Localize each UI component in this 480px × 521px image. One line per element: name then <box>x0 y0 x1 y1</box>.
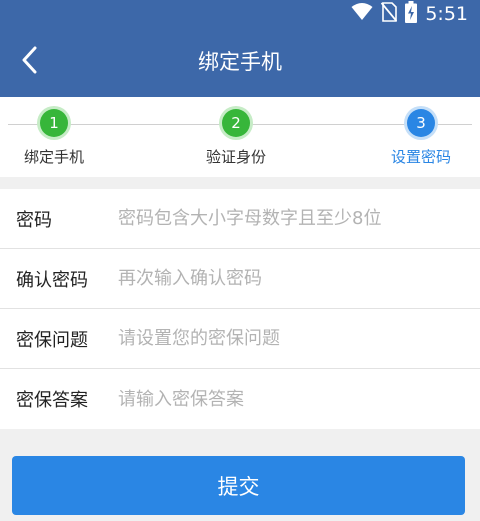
security-answer-label: 密保答案 <box>16 390 88 411</box>
status-bar: 5:51 <box>0 0 480 28</box>
toolbar: 绑定手机 <box>0 28 480 97</box>
step-set-password: 3 设置密码 <box>361 109 480 167</box>
step-number-badge: 1 <box>40 109 68 137</box>
battery-charging-icon <box>405 1 418 27</box>
step-label: 绑定手机 <box>23 148 84 166</box>
password-form: 密码 确认密码 密保问题 密保答案 <box>0 189 480 429</box>
security-question-row: 密保问题 <box>0 309 480 369</box>
no-sim-icon <box>381 2 398 26</box>
step-number-badge: 3 <box>407 109 435 137</box>
step-number-badge: 2 <box>222 109 250 137</box>
back-button[interactable] <box>12 44 48 80</box>
confirm-password-label: 确认密码 <box>16 269 88 291</box>
password-input[interactable] <box>104 189 480 248</box>
chevron-left-icon <box>21 46 39 78</box>
confirm-password-input[interactable] <box>104 249 480 308</box>
step-label: 设置密码 <box>390 148 451 166</box>
security-answer-row: 密保答案 <box>0 369 480 429</box>
progress-steps: 1 绑定手机 2 验证身份 3 设置密码 <box>0 97 480 177</box>
confirm-password-row: 确认密码 <box>0 249 480 309</box>
submit-button[interactable]: 提交 <box>12 456 465 515</box>
app-bar: 5:51 绑定手机 <box>0 0 480 97</box>
step-bind-phone: 1 绑定手机 <box>0 109 114 167</box>
page-title: 绑定手机 <box>198 50 282 74</box>
status-icons: 5:51 <box>351 1 468 27</box>
password-row: 密码 <box>0 189 480 249</box>
security-question-label: 密保问题 <box>16 329 88 351</box>
step-verify-identity: 2 验证身份 <box>176 109 296 167</box>
security-question-input[interactable] <box>104 309 480 368</box>
password-label: 密码 <box>16 209 52 231</box>
status-time: 5:51 <box>425 3 468 25</box>
wifi-icon <box>351 3 373 25</box>
step-label: 验证身份 <box>205 148 266 166</box>
security-answer-input[interactable] <box>104 369 480 429</box>
